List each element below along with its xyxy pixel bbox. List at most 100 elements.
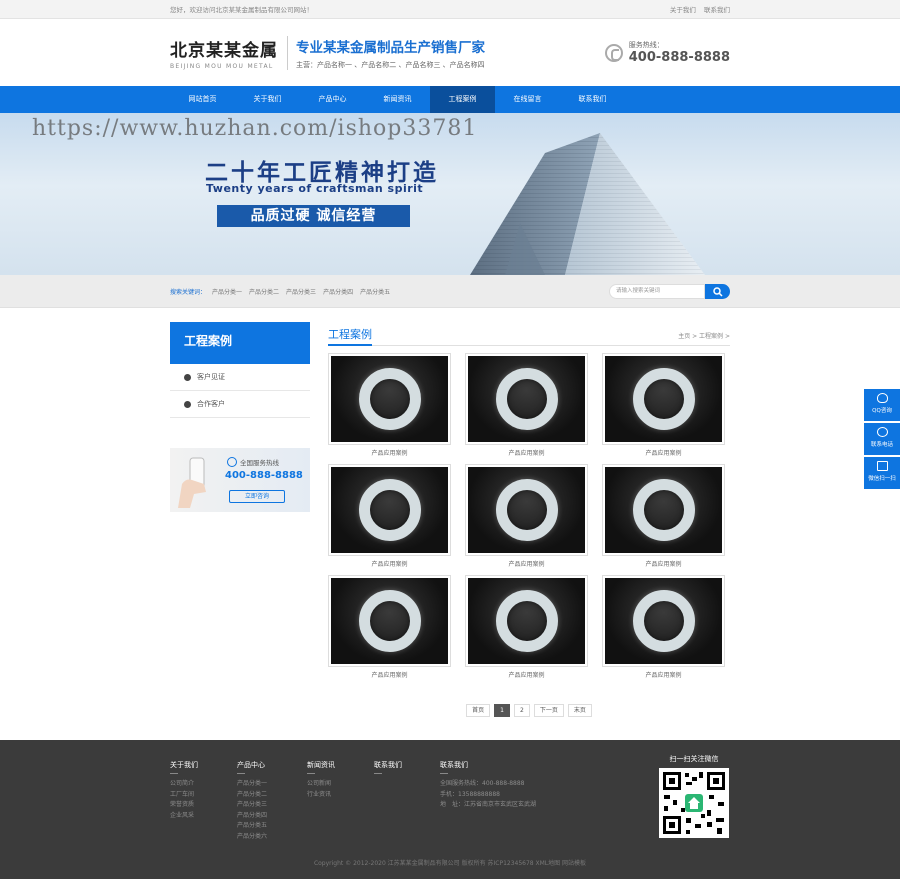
case-image[interactable] bbox=[465, 353, 588, 445]
hotline: 服务热线： 400-888-8888 bbox=[604, 40, 730, 65]
case-caption[interactable]: 产品应用案例 bbox=[602, 670, 725, 679]
wechat-scan-button[interactable]: 微信扫一扫 bbox=[864, 457, 900, 489]
sidebar: 工程案例 客户见证 合作客户 全国服务热线 400-888-8888 立即咨询 bbox=[170, 322, 310, 717]
hero-banner: https://www.huzhan.com/ishop33781 二十年工匠精… bbox=[0, 113, 900, 275]
sidebar-item-label: 客户见证 bbox=[197, 373, 225, 381]
nav-item-message[interactable]: 在线留言 bbox=[495, 86, 560, 113]
case-image[interactable] bbox=[328, 575, 451, 667]
case-card[interactable]: 产品应用案例 bbox=[465, 353, 588, 464]
case-caption[interactable]: 产品应用案例 bbox=[328, 670, 451, 679]
top-link-about[interactable]: 关于我们 bbox=[670, 6, 696, 14]
footer-link[interactable]: 产品分类一 bbox=[237, 779, 267, 790]
case-card[interactable]: 产品应用案例 bbox=[602, 464, 725, 575]
banner-english: Twenty years of craftsman spirit bbox=[206, 182, 424, 195]
nav-item-home[interactable]: 网站首页 bbox=[170, 86, 235, 113]
case-card[interactable]: 产品应用案例 bbox=[465, 575, 588, 686]
top-links: 关于我们 联系我们 bbox=[664, 4, 730, 14]
case-card[interactable]: 产品应用案例 bbox=[328, 575, 451, 686]
bullet-icon bbox=[184, 400, 191, 408]
case-image[interactable] bbox=[602, 353, 725, 445]
keyword-link[interactable]: 产品分类一 bbox=[212, 287, 242, 296]
footer-link[interactable]: 公司简介 bbox=[170, 779, 198, 790]
footer-link[interactable]: 企业风采 bbox=[170, 811, 198, 822]
sidebar-item-testimonials[interactable]: 客户见证 bbox=[170, 364, 310, 391]
pager-page-2[interactable]: 2 bbox=[513, 704, 530, 717]
case-image[interactable] bbox=[328, 353, 451, 445]
pager-first[interactable]: 首页 bbox=[466, 704, 491, 717]
pagination: 首页 1 2 下一页 末页 bbox=[328, 704, 730, 717]
pager-last[interactable]: 末页 bbox=[567, 704, 592, 717]
footer-col-about: 关于我们 公司简介 工厂车间 荣誉资质 企业风采 bbox=[170, 760, 198, 821]
breadcrumb[interactable]: 主页 > 工程案例 > bbox=[678, 331, 730, 345]
footer-link[interactable]: 产品分类三 bbox=[237, 800, 267, 811]
footer-col-title[interactable]: 产品中心 bbox=[237, 760, 267, 770]
site-header: 北京某某金属 BEIJING MOU MOU METAL 专业某某金属制品生产销… bbox=[0, 19, 900, 86]
logo-chinese: 北京某某金属 bbox=[170, 40, 278, 61]
nav-item-contact[interactable]: 联系我们 bbox=[560, 86, 625, 113]
case-card[interactable]: 产品应用案例 bbox=[602, 353, 725, 464]
footer-col-news: 新闻资讯 公司新闻 行业资讯 bbox=[307, 760, 335, 800]
footer-col-title[interactable]: 联系我们 bbox=[374, 760, 402, 770]
case-image[interactable] bbox=[328, 464, 451, 556]
contact-label: 全国服务热线 bbox=[240, 459, 279, 467]
main-header: 工程案例 主页 > 工程案例 > bbox=[328, 322, 730, 346]
footer-link[interactable]: 产品分类二 bbox=[237, 790, 267, 801]
search-icon bbox=[712, 286, 723, 297]
phone-button[interactable]: 联系电话 bbox=[864, 423, 900, 455]
copyright: Copyright © 2012-2020 江苏某某金属制品有限公司 版权所有 … bbox=[313, 860, 587, 867]
page-title: 工程案例 bbox=[328, 326, 372, 346]
footer-link[interactable]: 产品分类四 bbox=[237, 811, 267, 822]
nav-item-about[interactable]: 关于我们 bbox=[235, 86, 300, 113]
slogan-block: 专业某某金属制品生产销售厂家 主营：产品名称一 、产品名称二 、产品名称三 、产… bbox=[296, 36, 485, 70]
sidebar-title: 工程案例 bbox=[170, 322, 310, 364]
nav-item-news[interactable]: 新闻资讯 bbox=[365, 86, 430, 113]
pager-page-1[interactable]: 1 bbox=[494, 704, 510, 717]
keyword-link[interactable]: 产品分类三 bbox=[286, 287, 316, 296]
sidebar-item-partners[interactable]: 合作客户 bbox=[170, 391, 310, 418]
case-caption[interactable]: 产品应用案例 bbox=[328, 448, 451, 457]
case-caption[interactable]: 产品应用案例 bbox=[465, 448, 588, 457]
case-caption[interactable]: 产品应用案例 bbox=[465, 670, 588, 679]
search-input[interactable]: 请输入搜索关键词 bbox=[609, 284, 705, 299]
welcome-text: 您好，欢迎访问北京某某金属制品有限公司网站！ bbox=[170, 6, 313, 14]
footer-link[interactable]: 公司新闻 bbox=[307, 779, 335, 790]
consult-button[interactable]: 立即咨询 bbox=[229, 490, 285, 503]
pager-next[interactable]: 下一页 bbox=[533, 704, 564, 717]
footer-link[interactable]: 荣誉资质 bbox=[170, 800, 198, 811]
case-card[interactable]: 产品应用案例 bbox=[328, 464, 451, 575]
keyword-link[interactable]: 产品分类四 bbox=[323, 287, 353, 296]
footer-col-title[interactable]: 关于我们 bbox=[170, 760, 198, 770]
case-image[interactable] bbox=[602, 575, 725, 667]
case-caption[interactable]: 产品应用案例 bbox=[465, 559, 588, 568]
keyword-link[interactable]: 产品分类五 bbox=[360, 287, 390, 296]
case-card[interactable]: 产品应用案例 bbox=[328, 353, 451, 464]
case-caption[interactable]: 产品应用案例 bbox=[602, 448, 725, 457]
qq-icon bbox=[876, 393, 888, 403]
footer-col-title: 联系我们 bbox=[440, 761, 468, 769]
case-grid: 产品应用案例 产品应用案例 产品应用案例 产品应用案例 产品应用案例 产品应用案… bbox=[328, 353, 730, 686]
case-image[interactable] bbox=[465, 464, 588, 556]
case-card[interactable]: 产品应用案例 bbox=[602, 575, 725, 686]
keyword-link[interactable]: 产品分类二 bbox=[249, 287, 279, 296]
hotline-number: 400-888-8888 bbox=[628, 50, 730, 65]
case-image[interactable] bbox=[465, 575, 588, 667]
slogan: 专业某某金属制品生产销售厂家 bbox=[296, 39, 485, 56]
footer-link[interactable]: 产品分类五 bbox=[237, 821, 267, 832]
qq-consult-button[interactable]: QQ咨询 bbox=[864, 389, 900, 421]
logo-english: BEIJING MOU MOU METAL bbox=[170, 62, 274, 70]
case-caption[interactable]: 产品应用案例 bbox=[328, 559, 451, 568]
footer-col-products: 产品中心 产品分类一 产品分类二 产品分类三 产品分类四 产品分类五 产品分类六 bbox=[237, 760, 267, 842]
case-card[interactable]: 产品应用案例 bbox=[465, 464, 588, 575]
nav-item-products[interactable]: 产品中心 bbox=[300, 86, 365, 113]
case-image[interactable] bbox=[602, 464, 725, 556]
footer-link[interactable]: 产品分类六 bbox=[237, 832, 267, 843]
case-caption[interactable]: 产品应用案例 bbox=[602, 559, 725, 568]
footer-link[interactable]: 行业资讯 bbox=[307, 790, 335, 801]
footer-link[interactable]: 工厂车间 bbox=[170, 790, 198, 801]
logo[interactable]: 北京某某金属 BEIJING MOU MOU METAL bbox=[170, 35, 288, 70]
top-link-contact[interactable]: 联系我们 bbox=[704, 6, 730, 14]
footer-col-title[interactable]: 新闻资讯 bbox=[307, 760, 335, 770]
content-area: 工程案例 客户见证 合作客户 全国服务热线 400-888-8888 立即咨询 bbox=[0, 308, 900, 717]
nav-item-cases[interactable]: 工程案例 bbox=[430, 86, 495, 113]
search-button[interactable] bbox=[705, 284, 730, 299]
